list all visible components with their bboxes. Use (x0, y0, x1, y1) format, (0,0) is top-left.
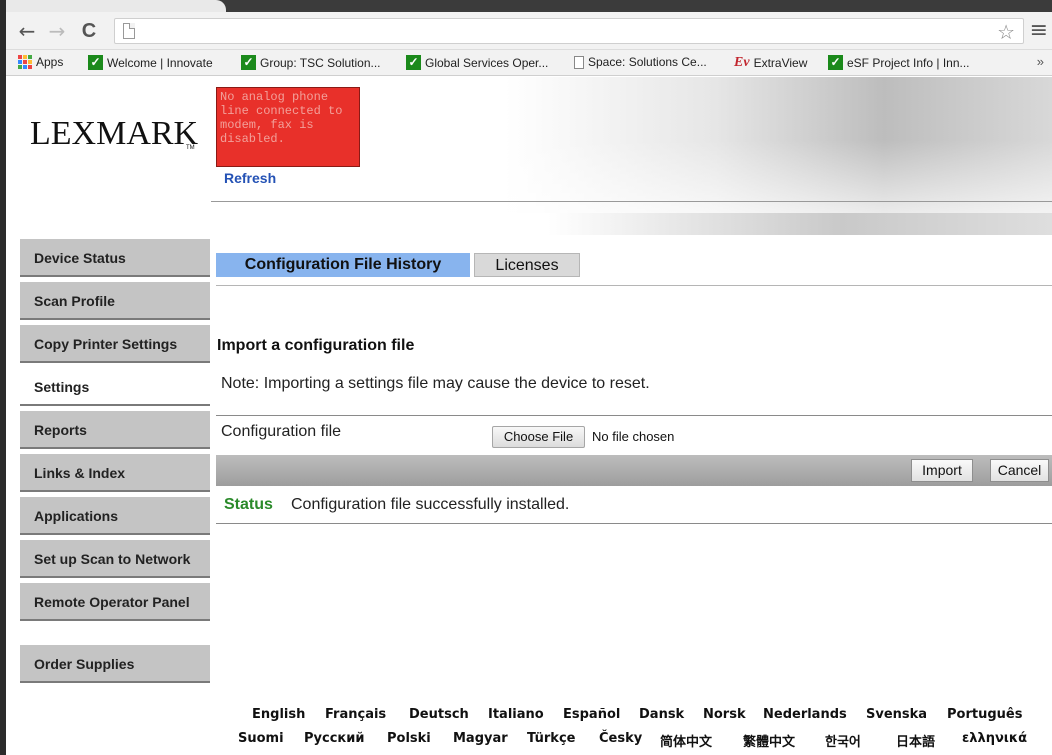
sidebar-item-copy-printer-settings[interactable]: Copy Printer Settings (20, 325, 210, 363)
lang-link[interactable]: ελληνικά (962, 731, 1027, 746)
checkmark-icon: ✓ (241, 55, 256, 70)
status-label: Status (224, 496, 273, 513)
bookmark-label: eSF Project Info | Inn... (847, 55, 970, 70)
browser-tab[interactable] (6, 0, 226, 12)
no-file-chosen-text: No file chosen (592, 429, 675, 444)
browser-menu-icon[interactable]: ≡ (1030, 18, 1048, 43)
lang-link[interactable]: Suomi (238, 731, 284, 746)
lang-link[interactable]: 简体中文 (660, 731, 712, 750)
reset-note: Note: Importing a settings file may caus… (221, 375, 650, 392)
browser-toolbar: ← → C ☆ ≡ (6, 12, 1052, 50)
section-title: Import a configuration file (217, 337, 415, 354)
bookmark-label: Welcome | Innovate (107, 55, 213, 70)
sidebar-item-device-status[interactable]: Device Status (20, 239, 210, 277)
bookmarks-overflow-icon[interactable]: » (1037, 54, 1044, 69)
extraview-icon: Ev (734, 55, 750, 70)
apps-icon (18, 55, 32, 69)
tabs-divider (216, 285, 1052, 286)
lang-link[interactable]: Magyar (453, 731, 508, 746)
lang-link[interactable]: Česky (599, 731, 642, 746)
lang-link[interactable]: Русский (304, 731, 364, 746)
bookmarks-bar: Apps ✓ Welcome | Innovate ✓ Group: TSC S… (6, 50, 1052, 76)
lang-link[interactable]: Polski (387, 731, 431, 746)
lang-link[interactable]: 繁體中文 (743, 731, 795, 750)
fax-alert-box: No analog phone line connected to modem,… (216, 87, 360, 167)
sidebar-item-order-supplies[interactable]: Order Supplies (20, 645, 210, 683)
import-button[interactable]: Import (911, 459, 973, 482)
page-icon (123, 23, 135, 39)
lexmark-logo: LEXMARK TM (30, 115, 198, 153)
header-band (211, 213, 1052, 235)
bookmark-label: ExtraView (753, 56, 808, 70)
tab-licenses[interactable]: Licenses (474, 253, 580, 277)
lang-link[interactable]: Dansk (639, 707, 684, 722)
status-message: Configuration file successfully installe… (291, 496, 570, 513)
sidebar-item-applications[interactable]: Applications (20, 497, 210, 535)
checkmark-icon: ✓ (828, 55, 843, 70)
cancel-button[interactable]: Cancel (990, 459, 1049, 482)
address-bar[interactable]: ☆ (114, 18, 1024, 44)
bookmark-space-solutions[interactable]: Space: Solutions Ce... (574, 55, 707, 69)
sidebar-item-reports[interactable]: Reports (20, 411, 210, 449)
form-divider (216, 415, 1052, 416)
refresh-link[interactable]: Refresh (224, 170, 276, 186)
reload-button[interactable]: C (78, 20, 100, 42)
back-button[interactable]: ← (16, 20, 38, 42)
bookmark-welcome[interactable]: ✓ Welcome | Innovate (88, 55, 213, 70)
checkmark-icon: ✓ (406, 55, 421, 70)
tabs: Configuration File History Licenses (216, 253, 1052, 277)
bookmark-star-icon[interactable]: ☆ (997, 20, 1015, 44)
lang-link[interactable]: Português (947, 707, 1022, 722)
header-divider (211, 201, 1052, 202)
lang-link[interactable]: Español (563, 707, 620, 722)
sidebar-item-settings[interactable]: Settings (20, 368, 210, 406)
choose-file-button[interactable]: Choose File (492, 426, 585, 448)
tab-configuration-file-history[interactable]: Configuration File History (216, 253, 470, 277)
bookmark-label: Group: TSC Solution... (260, 55, 381, 70)
lang-link[interactable]: 日本語 (896, 731, 935, 750)
bookmark-esf-project[interactable]: ✓ eSF Project Info | Inn... (828, 55, 970, 70)
bookmark-global-services[interactable]: ✓ Global Services Oper... (406, 55, 548, 70)
bookmark-apps-label: Apps (36, 55, 64, 69)
lang-link[interactable]: Nederlands (763, 707, 847, 722)
bookmark-label: Global Services Oper... (425, 55, 549, 70)
form-action-bar: Import Cancel (216, 455, 1052, 486)
checkmark-icon: ✓ (88, 55, 103, 70)
logo-trademark: TM (186, 145, 195, 151)
bookmark-extraview[interactable]: Ev ExtraView (734, 55, 807, 71)
lang-link[interactable]: Norsk (703, 707, 746, 722)
sidebar-item-scan-to-network[interactable]: Set up Scan to Network (20, 540, 210, 578)
logo-text: LEXMARK (30, 115, 199, 152)
page-content: LEXMARK TM No analog phone line connecte… (6, 77, 1052, 755)
bookmark-apps[interactable]: Apps (18, 55, 63, 69)
sidebar-item-remote-operator-panel[interactable]: Remote Operator Panel (20, 583, 210, 621)
document-icon (574, 55, 584, 69)
bookmark-group-tsc[interactable]: ✓ Group: TSC Solution... (241, 55, 381, 70)
forward-button[interactable]: → (46, 20, 68, 42)
bookmark-label: Space: Solutions Ce... (588, 55, 707, 69)
sidebar-item-scan-profile[interactable]: Scan Profile (20, 282, 210, 320)
lang-link[interactable]: English (252, 707, 305, 722)
lang-link[interactable]: Svenska (866, 707, 927, 722)
sidebar-item-links-index[interactable]: Links & Index (20, 454, 210, 492)
config-file-label: Configuration file (221, 423, 342, 440)
lang-link[interactable]: Türkçe (527, 731, 575, 746)
lang-link[interactable]: Italiano (488, 707, 544, 722)
lang-link[interactable]: 한국어 (825, 731, 861, 750)
status-row: Status Configuration file successfully i… (216, 487, 1052, 524)
title-bar (6, 0, 1052, 12)
lang-link[interactable]: Français (325, 707, 386, 722)
lang-link[interactable]: Deutsch (409, 707, 469, 722)
